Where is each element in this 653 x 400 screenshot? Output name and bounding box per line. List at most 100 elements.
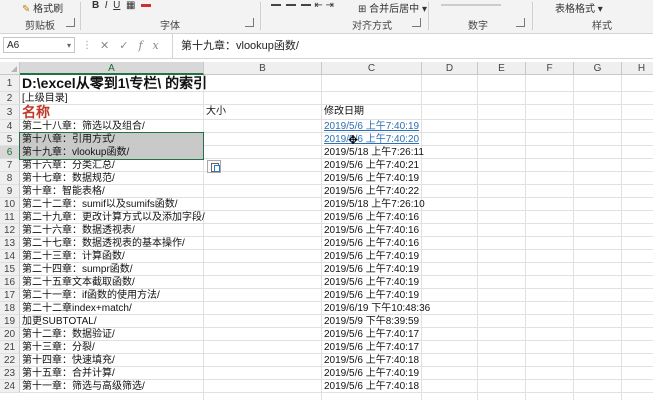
bold-icon[interactable]: B	[92, 0, 99, 11]
cell-a3[interactable]: 名称	[20, 105, 50, 120]
align-right-icon[interactable]	[300, 4, 311, 7]
outdent-icon[interactable]: ⇥	[326, 0, 334, 11]
row-header-7[interactable]: 7	[0, 159, 20, 172]
row-header-8[interactable]: 8	[0, 172, 20, 185]
cell-a10[interactable]: 第二十二章：sumif以及sumifs函数/	[20, 198, 178, 211]
row-header-14[interactable]: 14	[0, 250, 20, 263]
cell-a13[interactable]: 第二十七章：数据透视表的基本操作/	[20, 237, 185, 250]
align-left-icon[interactable]	[271, 4, 281, 7]
row-header-9[interactable]: 9	[0, 185, 20, 198]
cell-a11[interactable]: 第二十九章：更改计算方式以及添加字段/	[20, 211, 205, 224]
cell-a7[interactable]: 第十六章：分类汇总/	[20, 159, 115, 172]
format-as-table-button[interactable]: 表格格式 ▾	[555, 0, 603, 15]
cell-a15[interactable]: 第二十四章：sumpr函数/	[20, 263, 133, 276]
cell-c9[interactable]: 2019/5/6 上午7:40:22	[322, 185, 419, 198]
cell-c10[interactable]: 2019/5/18 上午7:26:10	[322, 198, 425, 211]
cell-a9[interactable]: 第十章：智能表格/	[20, 185, 105, 198]
cell-a8[interactable]: 第十七章：数据规范/	[20, 172, 115, 185]
row-header-23[interactable]: 23	[0, 367, 20, 380]
cell-c1[interactable]	[322, 75, 324, 92]
function-icon[interactable]: fx	[138, 39, 168, 52]
cell-a17[interactable]: 第二十一章：if函数的使用方法/	[20, 289, 160, 302]
column-header-c[interactable]: C	[322, 62, 422, 75]
row-header-6[interactable]: 6	[0, 146, 20, 159]
column-header-b[interactable]: B	[204, 62, 322, 75]
row-header-21[interactable]: 21	[0, 341, 20, 354]
row-header-16[interactable]: 16	[0, 276, 20, 289]
row-header-22[interactable]: 22	[0, 354, 20, 367]
italic-icon[interactable]: I	[105, 0, 108, 11]
cell-c24[interactable]: 2019/5/6 上午7:40:18	[322, 380, 419, 393]
align-center-icon[interactable]	[285, 4, 296, 7]
align-buttons[interactable]: ⇤ ⇥	[270, 0, 334, 14]
cell-c19[interactable]: 2019/5/9 下午8:39:59	[322, 315, 419, 328]
enter-icon[interactable]: ✓	[119, 40, 138, 52]
cell-c8[interactable]: 2019/5/6 上午7:40:19	[322, 172, 419, 185]
row-header-24[interactable]: 24	[0, 380, 20, 393]
row-header-15[interactable]: 15	[0, 263, 20, 276]
indent-icon[interactable]: ⇤	[314, 0, 322, 11]
merge-center-button[interactable]: ⊞ 合并后居中 ▾	[358, 0, 427, 15]
row-header-4[interactable]: 4	[0, 120, 20, 133]
alignment-launcher-icon[interactable]	[412, 18, 421, 27]
number-format-buttons[interactable]	[440, 0, 502, 14]
cell-c18[interactable]: 2019/6/19 下午10:48:36	[322, 302, 430, 315]
number-launcher-icon[interactable]	[516, 18, 525, 27]
cell-c12[interactable]: 2019/5/6 上午7:40:16	[322, 224, 419, 237]
row-header-19[interactable]: 19	[0, 315, 20, 328]
cell-c6[interactable]: 2019/5/18 上午7:26:11	[322, 146, 424, 159]
worksheet-grid[interactable]: A B C D E F G H 1 2 3 4 5 6 7 8 9 10 11 12 13 14 15 16 17 18 19 20 2…	[0, 62, 653, 400]
font-color-icon[interactable]	[140, 3, 151, 7]
cell-c5[interactable]: 2019/5/6 上午7:40:20	[322, 133, 419, 146]
select-all-button[interactable]	[0, 62, 20, 75]
cell-c15[interactable]: 2019/5/6 上午7:40:19	[322, 263, 419, 276]
number-format-dropdown[interactable]	[441, 4, 501, 7]
cell-a18[interactable]: 第二十二章index+match/	[20, 302, 132, 315]
cell-c20[interactable]: 2019/5/6 上午7:40:17	[322, 328, 419, 341]
row-header-2[interactable]: 2	[0, 92, 20, 105]
clipboard-launcher-icon[interactable]	[66, 18, 75, 27]
row-header-20[interactable]: 20	[0, 328, 20, 341]
underline-icon[interactable]: U	[113, 0, 120, 11]
row-header-11[interactable]: 11	[0, 211, 20, 224]
cell-a12[interactable]: 第二十六章：数据透视表/	[20, 224, 135, 237]
cell-c21[interactable]: 2019/5/6 上午7:40:17	[322, 341, 419, 354]
splitter-icon[interactable]: ⋮	[82, 40, 92, 51]
paste-options-icon[interactable]	[207, 160, 221, 173]
cell-a21[interactable]: 第十三章：分裂/	[20, 341, 95, 354]
cell-a14[interactable]: 第二十三章：计算函数/	[20, 250, 125, 263]
row-header-17[interactable]: 17	[0, 289, 20, 302]
cell-c22[interactable]: 2019/5/6 上午7:40:18	[322, 354, 419, 367]
cell-c3[interactable]: 修改日期	[322, 105, 364, 120]
column-header-a[interactable]: A	[20, 62, 204, 75]
font-buttons[interactable]: B I U ▦	[92, 0, 151, 14]
column-header-f[interactable]: F	[526, 62, 574, 75]
cell-a20[interactable]: 第十二章：数据验证/	[20, 328, 115, 341]
row-header-1[interactable]: 1	[0, 75, 20, 92]
column-header-h[interactable]: H	[622, 62, 653, 75]
row-header-13[interactable]: 13	[0, 237, 20, 250]
row-header-5[interactable]: 5	[0, 133, 20, 146]
name-box[interactable]: A6 ▾	[3, 37, 75, 53]
cell-c17[interactable]: 2019/5/6 上午7:40:19	[322, 289, 419, 302]
column-header-e[interactable]: E	[478, 62, 526, 75]
column-header-g[interactable]: G	[574, 62, 622, 75]
row-header-3[interactable]: 3	[0, 105, 20, 120]
cell-a19[interactable]: 加更SUBTOTAL/	[20, 315, 97, 328]
cancel-icon[interactable]: ✕	[100, 40, 119, 52]
cell-a23[interactable]: 第十五章：合并计算/	[20, 367, 115, 380]
cell-c23[interactable]: 2019/5/6 上午7:40:19	[322, 367, 419, 380]
cell-c2[interactable]	[322, 92, 324, 105]
cell-c4[interactable]: 2019/5/6 上午7:40:19	[322, 120, 419, 133]
font-launcher-icon[interactable]	[245, 18, 254, 27]
row-header-12[interactable]: 12	[0, 224, 20, 237]
cell-c11[interactable]: 2019/5/6 上午7:40:16	[322, 211, 419, 224]
formula-input[interactable]: 第十九章：vlookup函数/	[172, 34, 653, 58]
cell-a24[interactable]: 第十一章：筛选与高级筛选/	[20, 380, 145, 393]
cell-c13[interactable]: 2019/5/6 上午7:40:16	[322, 237, 419, 250]
chevron-down-icon[interactable]: ▾	[67, 38, 71, 54]
cell-a16[interactable]: 第二十五章文本截取函数/	[20, 276, 135, 289]
border-icon[interactable]: ▦	[126, 0, 135, 11]
row-header-10[interactable]: 10	[0, 198, 20, 211]
cell-a1[interactable]: D:\excel从零到1\专栏\ 的索引	[20, 75, 207, 92]
